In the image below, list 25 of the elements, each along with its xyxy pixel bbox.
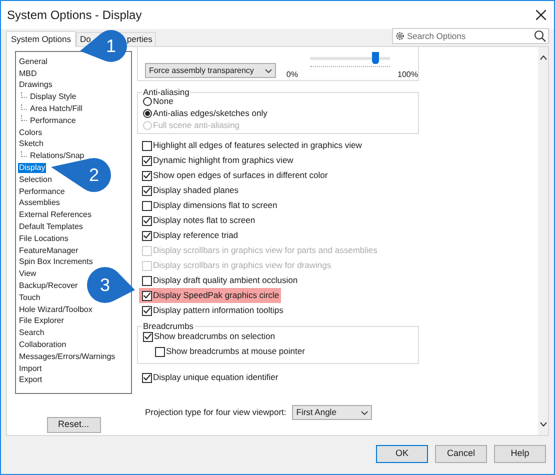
checkbox-label: Show breadcrumbs on selection xyxy=(154,330,275,343)
checkbox-label: Display draft quality ambient occlusion xyxy=(153,274,298,287)
checkbox-label: Display scrollbars in graphics view for parts and assemblies xyxy=(153,244,378,257)
radio-label: Anti-alias edges/sketches only xyxy=(153,106,268,120)
window-title: System Options - Display xyxy=(7,7,142,24)
group-title: Breadcrumbs xyxy=(142,321,195,331)
projection-label: Projection type for four view viewport: xyxy=(145,406,286,419)
slider-max-label: 100% xyxy=(398,69,418,81)
checkbox-label: Display scrollbars in graphics view for drawings xyxy=(153,259,332,272)
checkbox-label: Display pattern information tooltips xyxy=(153,304,284,317)
checkbox-label: Display shaded planes xyxy=(153,184,239,197)
radio-label: Full scene anti-aliasing xyxy=(153,118,240,132)
checkbox-label: Display notes flat to screen xyxy=(153,214,256,227)
radio-label: None xyxy=(153,96,174,108)
group-title: Anti-aliasing xyxy=(142,87,190,97)
checkbox-label: Display reference triad xyxy=(153,229,238,242)
checkbox-label: Dynamic highlight from graphics view xyxy=(153,154,294,167)
checkbox-label: Display SpeedPak graphics circle xyxy=(153,289,280,302)
checkbox-label: Display dimensions flat to screen xyxy=(153,199,278,212)
checkbox-label: Show breadcrumbs at mouse pointer xyxy=(166,345,305,358)
checkbox-label: Highlight all edges of features selected in graphics view xyxy=(153,139,362,152)
checkbox-label: Show open edges of surfaces in different color xyxy=(153,169,328,182)
checkbox-label: Display unique equation identifier xyxy=(153,371,278,384)
callout-tooltip: 3 xyxy=(87,267,135,303)
slider-min-label: 0% xyxy=(286,69,298,81)
